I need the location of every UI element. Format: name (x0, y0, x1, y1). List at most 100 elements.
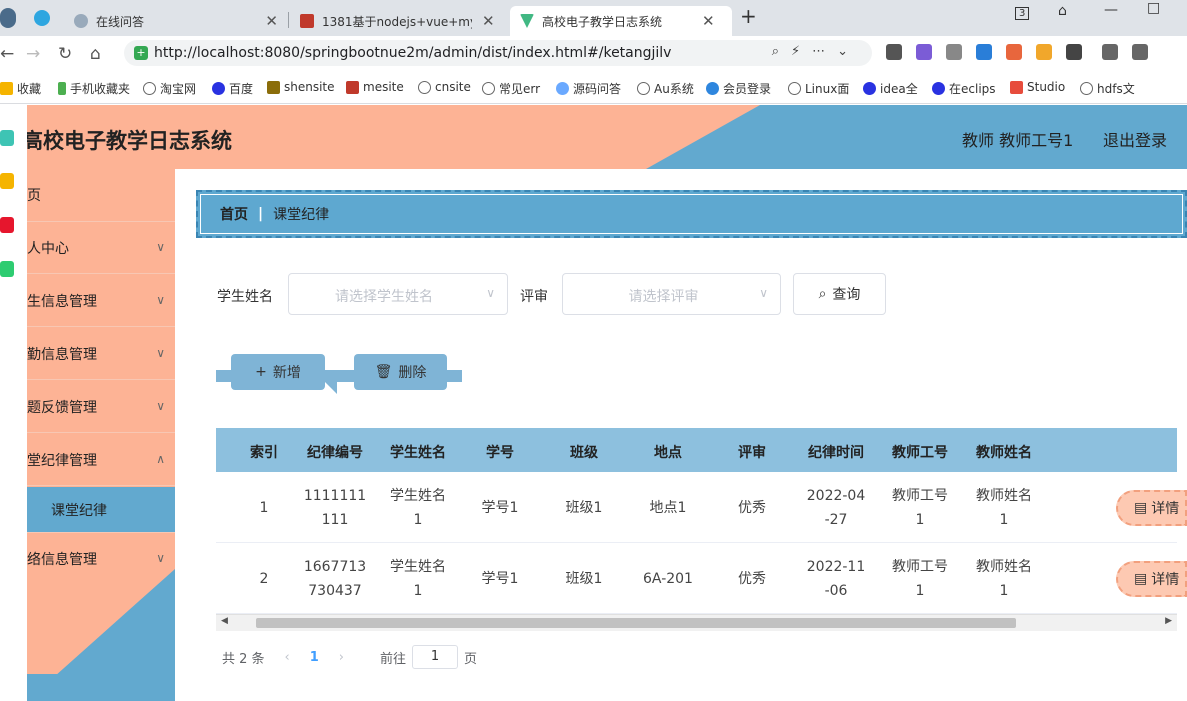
bookmark-item[interactable]: 会员登录 (706, 80, 771, 97)
profile-avatar[interactable] (0, 8, 16, 28)
column-header[interactable]: 教师工号 (883, 442, 957, 462)
sidebar-item-attendance[interactable]: 勤信息管理 ∨ (27, 328, 175, 380)
bookmark-item[interactable]: cnsite (418, 80, 471, 94)
studio-icon (1010, 80, 1023, 94)
bookmark-item[interactable]: 淘宝网 (143, 80, 196, 97)
globe-icon (482, 82, 495, 95)
column-header[interactable]: 评审 (715, 442, 789, 462)
column-header[interactable]: 纪律时间 (799, 442, 873, 462)
column-header[interactable]: 纪律编号 (298, 442, 372, 462)
site-icon (346, 80, 359, 94)
cell-place: 地点1 (649, 500, 687, 516)
review-select[interactable]: 请选择评审 ∨ (562, 273, 781, 315)
telegram-icon[interactable] (34, 10, 50, 26)
breadcrumb-home[interactable]: 首页 (220, 204, 248, 224)
breadcrumb-current: 课堂纪律 (273, 207, 330, 223)
address-bar-icons[interactable]: ⌕⚡⋯⌄ (772, 44, 860, 59)
breadcrumb-separator: | (258, 206, 264, 222)
home-icon[interactable]: ⌂ (90, 44, 101, 64)
sidebar-item-home[interactable]: 页 (27, 169, 175, 222)
new-tab-button[interactable]: + (740, 4, 757, 28)
bookmark-item[interactable]: 常见err (482, 80, 540, 97)
page-number[interactable]: 1 (310, 650, 319, 665)
apps-grid-icon[interactable] (1066, 44, 1082, 60)
document-icon: ▤ (1134, 500, 1148, 516)
close-icon[interactable]: ✕ (702, 12, 715, 30)
search-ext-icon[interactable] (976, 44, 992, 60)
sidebar-item-students[interactable]: 生信息管理 ∨ (27, 275, 175, 327)
url-text[interactable]: http://localhost:8080/springbootnue2m/ad… (154, 45, 671, 61)
sidebar-item-network[interactable]: 络信息管理 ∨ (27, 533, 175, 585)
scissors-icon[interactable] (946, 44, 962, 60)
scroll-right-icon[interactable]: ▶ (1165, 616, 1172, 626)
cell-index: 2 (259, 571, 269, 587)
tab-teaching-log[interactable]: 高校电子教学日志系统 ✕ (510, 6, 732, 36)
tab-title: 高校电子教学日志系统 (542, 14, 663, 29)
forward-icon[interactable]: → (26, 44, 40, 64)
cell-teacher-name: 教师姓名 1 (976, 559, 1032, 599)
star-icon[interactable] (0, 173, 14, 189)
tab-nodejs-project[interactable]: 1381基于nodejs+vue+mysq ✕ (290, 6, 508, 36)
column-header[interactable]: 教师姓名 (967, 442, 1041, 462)
column-header[interactable]: 班级 (547, 442, 621, 462)
student-name-select[interactable]: 请选择学生姓名 ∨ (288, 273, 508, 315)
maximize-icon[interactable]: □ (1147, 0, 1160, 16)
close-icon[interactable]: ✕ (482, 12, 495, 30)
download-icon[interactable] (1102, 44, 1118, 60)
translate-icon[interactable] (916, 44, 932, 60)
column-header[interactable]: 索引 (240, 442, 288, 462)
detail-button[interactable]: ▤ 详情 (1116, 490, 1187, 526)
tab-count-badge[interactable]: 3 (1015, 7, 1030, 20)
bookmark-item[interactable]: Au系统 (637, 80, 694, 97)
mail-icon[interactable] (0, 261, 14, 277)
undo-icon[interactable] (1132, 44, 1148, 60)
prev-page-icon[interactable]: ‹ (285, 650, 290, 665)
cell-time: 2022-04 -27 (806, 488, 866, 528)
horizontal-scrollbar[interactable]: ◀ ▶ (216, 614, 1177, 631)
bookmark-item[interactable]: Studio (1010, 80, 1065, 94)
bookmark-item[interactable]: shensite (267, 80, 335, 94)
goto-page-input[interactable]: 1 (412, 645, 459, 669)
tab-online-qa[interactable]: 在线问答 ✕ (64, 6, 288, 36)
baidu-icon (932, 82, 945, 95)
close-icon[interactable]: ✕ (265, 12, 278, 30)
bookmark-item[interactable]: 源码问答 (556, 80, 621, 97)
column-header[interactable]: 学生姓名 (381, 442, 455, 462)
game-icon[interactable] (1006, 44, 1022, 60)
scroll-left-icon[interactable]: ◀ (221, 616, 228, 626)
minimize-icon[interactable]: — (1104, 2, 1118, 18)
scrollbar-thumb[interactable] (256, 618, 1016, 628)
sidebar-item-profile[interactable]: 人中心 ∨ (27, 222, 175, 274)
cloud-icon (706, 82, 719, 95)
bookmark-item[interactable]: hdfs文 (1080, 80, 1135, 97)
detail-button[interactable]: ▤ 详情 (1116, 561, 1187, 597)
sidebar-item-class-discipline[interactable]: 课堂纪律 (27, 487, 175, 533)
bookmark-item[interactable]: 在eclips (932, 80, 996, 97)
add-button[interactable]: + 新增 (231, 354, 325, 390)
bookmarks-bar: 收藏 手机收藏夹 淘宝网 百度 shensite mesite cnsite 常… (0, 72, 1187, 104)
weibo-icon[interactable] (0, 217, 14, 233)
cell-teacher-no: 教师工号 1 (892, 488, 948, 528)
address-bar[interactable]: + http://localhost:8080/springbootnue2m/… (124, 40, 872, 66)
query-button[interactable]: ⌕ 查询 (793, 273, 886, 315)
delete-button[interactable]: 🗑 删除 (354, 354, 447, 390)
column-header[interactable]: 地点 (631, 442, 705, 462)
bookmark-item[interactable]: 手机收藏夹 (58, 80, 130, 97)
bookmark-item[interactable]: 百度 (212, 80, 253, 97)
bookmark-item[interactable]: 收藏 (0, 80, 41, 97)
shield-ext-icon[interactable] (1036, 44, 1052, 60)
bookmark-item[interactable]: mesite (346, 80, 404, 94)
logout-button[interactable]: 退出登录 (1103, 127, 1167, 151)
sidebar-item-feedback[interactable]: 题反馈管理 ∨ (27, 381, 175, 433)
shirt-icon[interactable]: ⌂ (1058, 3, 1067, 19)
sidebar-item-discipline[interactable]: 堂纪律管理 ∧ (27, 434, 175, 486)
app-icon[interactable] (0, 130, 14, 146)
back-icon[interactable]: ← (0, 44, 14, 64)
tab-title: 在线问答 (95, 14, 144, 29)
reload-icon[interactable]: ↻ (58, 44, 72, 64)
bookmark-item[interactable]: Linux面 (788, 80, 849, 97)
bookmark-item[interactable]: idea全 (863, 80, 918, 97)
extension-icon[interactable] (886, 44, 902, 60)
next-page-icon[interactable]: › (339, 650, 344, 665)
column-header[interactable]: 学号 (463, 442, 537, 462)
